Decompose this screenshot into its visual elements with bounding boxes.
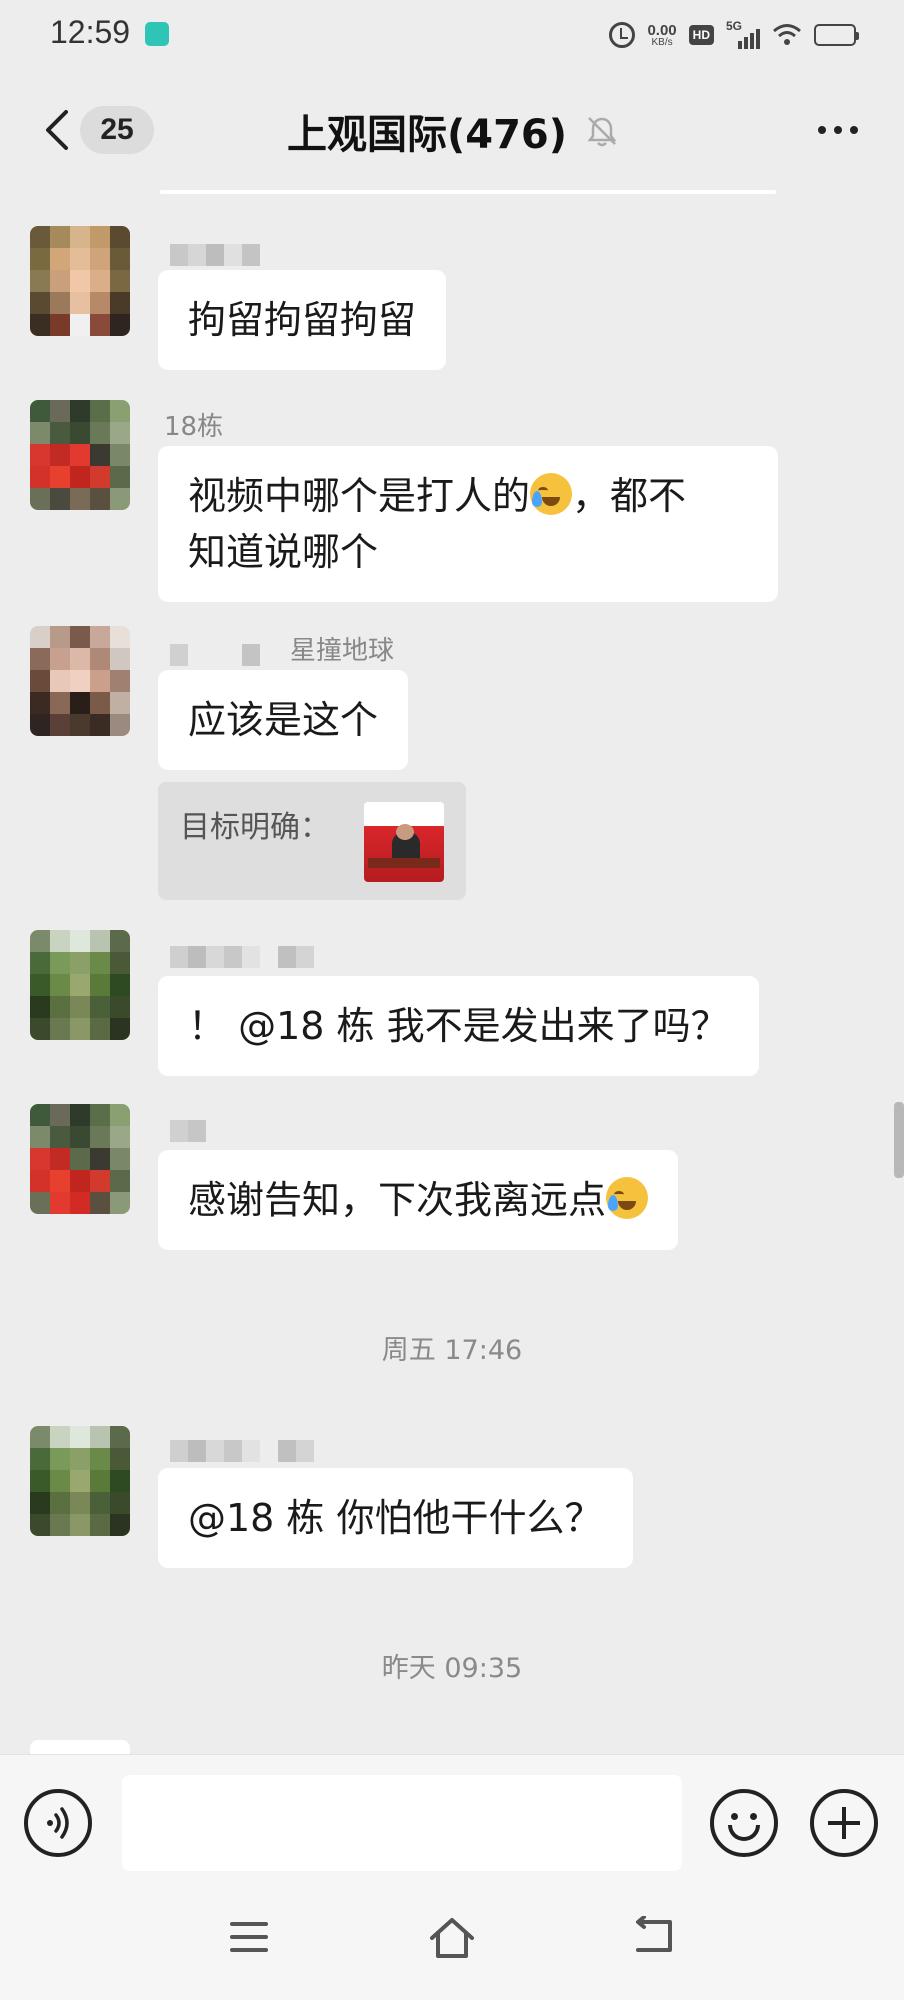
battery-icon bbox=[814, 24, 859, 46]
status-time: 12:59 bbox=[50, 14, 131, 50]
message-bubble[interactable]: 视频中哪个是打人的 ，都不 知道说哪个 bbox=[158, 446, 778, 602]
message-bubble[interactable]: 应该是这个 bbox=[158, 670, 409, 770]
message-text: ，都不 bbox=[572, 474, 687, 518]
menu-icon[interactable] bbox=[230, 1922, 268, 1952]
avatar[interactable] bbox=[30, 1426, 130, 1536]
chat-header: 25 上观国际(476) bbox=[0, 80, 904, 180]
scrollbar-thumb[interactable] bbox=[894, 1102, 904, 1178]
message-bubble[interactable]: 拘留拘留拘留 bbox=[158, 270, 447, 370]
message-text: 感谢告知，下次我离远点 bbox=[188, 1178, 607, 1222]
plus-icon[interactable] bbox=[810, 1789, 878, 1857]
network-speed: 0.00 KB/s bbox=[647, 23, 676, 48]
alarm-icon bbox=[609, 22, 636, 48]
smile-icon[interactable] bbox=[710, 1789, 778, 1857]
message-text: 视频中哪个是打人的 bbox=[188, 474, 531, 518]
avatar[interactable] bbox=[30, 626, 130, 736]
message-text: 知道说哪个 bbox=[188, 530, 379, 574]
quoted-image-thumbnail[interactable] bbox=[364, 802, 444, 882]
avatar[interactable] bbox=[30, 1104, 130, 1214]
back-icon[interactable] bbox=[632, 1916, 674, 1956]
message-bubble[interactable]: ！ @18 栋 我不是发出来了吗？ bbox=[158, 976, 759, 1076]
sender-name-redacted bbox=[170, 1120, 206, 1142]
message-text: 拘留拘留拘留 bbox=[188, 298, 417, 342]
message-input[interactable] bbox=[122, 1775, 682, 1871]
voice-icon[interactable] bbox=[24, 1789, 92, 1857]
time-separator: 周五 17:46 bbox=[381, 1335, 523, 1366]
sender-name-redacted bbox=[170, 946, 314, 968]
quoted-message-card[interactable]: 目标明确： bbox=[158, 782, 466, 900]
sender-name: 18栋 bbox=[164, 412, 224, 442]
home-app-icon bbox=[145, 22, 169, 46]
network-speed-value: 0.00 bbox=[647, 21, 677, 39]
message-input-bar bbox=[0, 1754, 904, 1880]
laughing-crying-emoji-icon bbox=[606, 1177, 649, 1219]
sender-name-redacted bbox=[170, 244, 260, 266]
page-title[interactable]: 上观国际(476) bbox=[0, 102, 904, 160]
network-speed-unit: KB/s bbox=[651, 36, 673, 48]
sender-name-redacted bbox=[170, 644, 260, 666]
system-nav-bar bbox=[0, 1880, 904, 2000]
avatar[interactable] bbox=[30, 1740, 130, 1754]
quoted-text: 目标明确： bbox=[180, 810, 330, 845]
sender-name-redacted bbox=[170, 1440, 314, 1462]
message-text: 应该是这个 bbox=[188, 698, 379, 742]
message-text: @18 栋 你怕他干什么？ bbox=[188, 1496, 603, 1540]
message-bubble[interactable]: 感谢告知，下次我离远点 bbox=[158, 1150, 679, 1250]
avatar[interactable] bbox=[30, 226, 130, 336]
message-bubble[interactable]: @18 栋 你怕他干什么？ bbox=[158, 1468, 633, 1568]
hd-badge: HD bbox=[688, 25, 714, 45]
avatar[interactable] bbox=[30, 930, 130, 1040]
laughing-crying-emoji-icon bbox=[530, 473, 573, 515]
signal-icon: 5G bbox=[726, 19, 760, 49]
scroll-edge-divider bbox=[160, 190, 776, 194]
status-indicators: 0.00 KB/s HD 5G bbox=[609, 18, 859, 52]
time-separator: 昨天 09:35 bbox=[381, 1653, 523, 1684]
more-dots-icon[interactable] bbox=[818, 126, 858, 134]
sender-name: 星撞地球 bbox=[290, 636, 395, 666]
home-icon[interactable] bbox=[428, 1916, 476, 1960]
wifi-icon bbox=[773, 24, 801, 45]
status-bar: 12:59 0.00 KB/s HD 5G bbox=[0, 0, 904, 70]
bell-off-icon bbox=[587, 117, 617, 147]
chat-title-text: 上观国际(476) bbox=[286, 112, 568, 158]
message-text: ！ @18 栋 我不是发出来了吗？ bbox=[188, 1004, 729, 1048]
avatar[interactable] bbox=[30, 400, 130, 510]
